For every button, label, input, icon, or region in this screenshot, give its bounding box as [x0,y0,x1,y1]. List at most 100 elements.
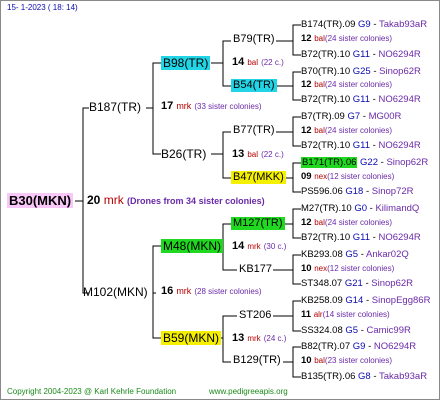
root-num: 20 [87,193,101,207]
gen3-queen-4[interactable]: B47(MKK) [231,171,286,184]
gen2-num-4: 13 [232,332,245,344]
gen3-note-2: (24 sister colonies) [324,80,393,89]
gen3-group-5: bal [314,218,325,227]
gen4-label-1: Takab93aR [379,19,428,30]
gen3-queen-8[interactable]: B129(TR) [233,355,281,366]
dam-note: (28 sister colonies) [194,287,262,296]
gen4-label-15: NO6294R [373,341,417,352]
gen3-queen-2[interactable]: B54(TR) [231,79,277,92]
gen4-name-3[interactable]: B70(TR).10 [301,66,350,77]
gen4-name-1[interactable]: B174(TR).09 [301,19,355,30]
gen4-row-15: B82(TR).07 G9 - NO6294R [301,341,417,352]
gen3-num-6: 10 [301,263,312,274]
site-link[interactable]: www.pedigreeapis.org [209,388,288,396]
gen4-row-6: B72(TR).10 G11 - NO6294R [301,140,421,151]
gen3-group-6: nex [314,264,328,273]
date-line: 15- 1-2023 ( 18: 14) [7,3,78,12]
gen3-group-3: bal [314,126,325,135]
gen4-name-4[interactable]: B72(TR).10 [301,94,350,105]
gen2-queen-2[interactable]: B26(TR) [161,148,206,160]
gen4-name-11[interactable]: KB293.08 [301,249,343,260]
gen2-queen-3[interactable]: M48(MKN) [161,239,224,253]
gen4-code-13: G14 [345,295,364,306]
root-queen[interactable]: B30(MKN) [7,193,74,208]
gen2-num-2: 13 [232,148,245,160]
gen3-drone-info-5: 12 bal(24 sister colonies) [301,218,392,228]
gen4-name-15[interactable]: B82(TR).07 [301,341,350,352]
gen4-code-1: G9 [358,19,371,30]
gen4-name-9[interactable]: M27(TR).10 [301,203,352,214]
gen3-num-5: 12 [301,217,312,228]
gen4-row-14: SS324.08 G5 - Camic99R [301,325,411,336]
root-group: mrk [103,193,124,207]
gen4-label-5: MG00R [368,111,402,122]
gen4-row-13: KB258.09 G14 - SinopEgg86R [301,295,431,306]
gen3-note-8: (23 sister colonies) [324,356,393,365]
sire-num: 17 [161,100,174,112]
gen3-queen-1[interactable]: B79(TR) [233,34,275,45]
gen2-drone-info-1: 14 bal (22 c.) [232,57,284,68]
gen4-name-14[interactable]: SS324.08 [301,325,343,336]
gen4-name-2[interactable]: B72(TR).10 [301,49,350,60]
gen4-label-4: NO6294R [378,94,421,105]
gen3-note-4: (12 sister colonies) [327,172,395,181]
gen3-queen-7[interactable]: ST206 [239,310,271,321]
gen2-group-1: bal [247,58,258,67]
gen3-note-5: (24 sister colonies) [324,218,393,227]
gen4-name-12[interactable]: ST348.07 [301,278,342,289]
gen4-row-8: PS596.06 G18 - Sinop72R [301,186,414,197]
gen4-code-10: G11 [352,232,371,243]
gen3-note-1: (24 sister colonies) [324,34,393,43]
gen4-label-2: NO6294R [378,49,421,60]
gen4-code-3: G25 [352,66,371,77]
gen3-drone-info-6: 10 nex(12 sister colonies) [301,264,394,274]
gen2-drone-info-3: 14 mrk (30 c.) [232,241,286,252]
gen3-queen-3[interactable]: B77(TR) [233,125,275,136]
gen3-note-3: (24 sister colonies) [324,126,393,135]
gen4-row-11: KB293.08 G5 - Ankar02Q [301,249,409,260]
gen4-row-3: B70(TR).10 G25 - Sinop62R [301,66,421,77]
gen4-name-10[interactable]: B72(TR).10 [301,232,350,243]
dam-num: 16 [161,285,174,297]
sire-drone-info: 17 mrk (33 sister colonies) [161,101,262,112]
gen4-code-15: G9 [352,341,366,352]
dam-drone-info: 16 mrk (28 sister colonies) [161,286,262,297]
gen2-group-2: bal [247,150,258,159]
gen4-name-13[interactable]: KB258.09 [301,295,343,306]
gen4-name-7[interactable]: B171(TR).06 [301,157,358,168]
gen4-label-11: Ankar02Q [365,249,409,260]
gen4-code-7: G22 [360,157,378,168]
gen4-name-5[interactable]: B7(TR).09 [301,111,345,122]
gen4-label-16: Takab93aR [379,371,428,382]
gen2-queen-4[interactable]: B59(MKN) [161,331,222,345]
gen3-note-7: (14 sister colonies) [322,310,390,319]
gen3-queen-5[interactable]: M127(TR) [231,217,285,230]
gen3-drone-info-2: 12 bal(24 sister colonies) [301,80,392,90]
gen2-note-2: (22 c.) [261,150,284,159]
gen4-label-10: NO6294R [378,232,421,243]
gen2-group-3: mrk [247,242,261,251]
gen2-queen-1[interactable]: B98(TR) [161,56,211,70]
gen4-name-8[interactable]: PS596.06 [301,186,343,197]
gen4-row-10: B72(TR).10 G11 - NO6294R [301,232,421,243]
gen4-name-16[interactable]: B135(TR).06 [301,371,355,382]
root-note: (Drones from 34 sister colonies) [127,196,265,206]
gen4-code-9: G0 [354,203,368,214]
gen4-row-16: B135(TR).06 G8 - Takab93aR [301,371,428,382]
gen2-num-1: 14 [232,56,245,68]
gen4-code-16: G8 [358,371,371,382]
dam-queen[interactable]: M102(MKN) [83,286,148,298]
gen3-group-1: bal [314,34,325,43]
gen4-label-13: SinopEgg86R [371,295,431,306]
gen4-name-6[interactable]: B72(TR).10 [301,140,350,151]
gen4-code-11: G5 [345,249,359,260]
gen4-code-4: G11 [352,94,371,105]
gen3-queen-6[interactable]: KB177 [239,264,272,275]
gen4-code-2: G11 [352,49,371,60]
gen4-label-8: Sinop72R [371,186,414,197]
gen4-label-12: Sinop62R [371,278,413,289]
gen3-group-4: nex [314,172,328,181]
sire-queen[interactable]: B187(TR) [89,101,141,113]
gen4-label-6: NO6294R [378,140,421,151]
gen3-group-2: bal [314,80,325,89]
